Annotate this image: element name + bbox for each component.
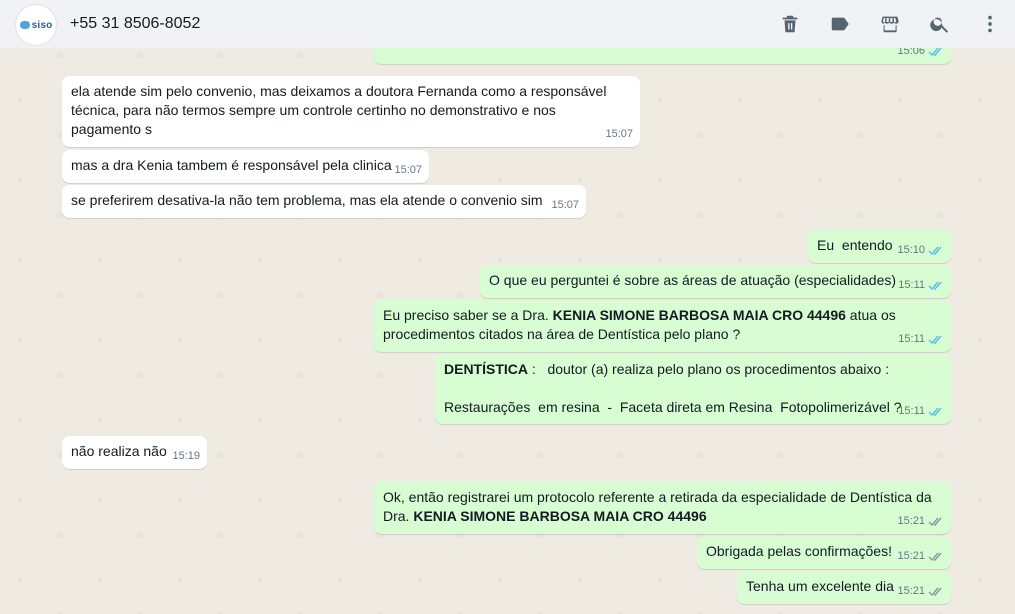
- message-text-line2: Restaurações em resina - Faceta direta e…: [444, 399, 902, 415]
- contact-name[interactable]: +55 31 8506-8052: [70, 15, 200, 33]
- message-meta: 15:07: [605, 125, 633, 144]
- message-time: 15:21: [897, 550, 925, 562]
- message-outgoing[interactable]: Eu entendo 15:10: [808, 230, 951, 263]
- message-meta: 15:21: [897, 582, 944, 601]
- message-text: se preferirem desativa-la não tem proble…: [71, 192, 543, 208]
- read-ticks-icon: [928, 280, 944, 291]
- message-text-part: : doutor (a) realiza pelo plano os proce…: [528, 361, 890, 377]
- message-time: 15:11: [898, 405, 925, 417]
- message-text: DENTÍSTICA : doutor (a) realiza pelo pla…: [444, 360, 942, 379]
- store-icon[interactable]: [878, 12, 902, 36]
- read-ticks-icon: [928, 245, 944, 256]
- message-outgoing[interactable]: Tenha um excelente dia 15:21: [737, 571, 951, 604]
- message-incoming[interactable]: ela atende sim pelo convenio, mas deixam…: [62, 76, 640, 147]
- message-time: 15:07: [551, 199, 579, 211]
- message-text-bold: DENTÍSTICA: [444, 361, 528, 377]
- delivered-ticks-icon: [928, 516, 944, 527]
- message-outgoing[interactable]: Ok, então registrarei um protocolo refer…: [374, 482, 951, 534]
- message-meta: 15:11: [898, 402, 944, 421]
- message-time: 15:07: [605, 128, 633, 140]
- message-meta: 15:07: [551, 196, 579, 215]
- message-text: ela atende sim pelo convenio, mas deixam…: [71, 83, 611, 137]
- read-ticks-icon: [928, 334, 944, 345]
- message-text: mas a dra Kenia tambem é responsável pel…: [71, 157, 392, 173]
- message-time: 15:21: [897, 515, 925, 527]
- logo-mark: [19, 21, 30, 29]
- message-meta: 15:11: [898, 330, 944, 349]
- avatar-logo-text: siso: [31, 19, 53, 31]
- delivered-ticks-icon: [928, 551, 944, 562]
- message-time: 15:11: [898, 333, 925, 345]
- message-meta: 15:10: [897, 241, 944, 260]
- message-incoming[interactable]: não realiza não 15:19: [62, 436, 207, 469]
- message-outgoing[interactable]: Eu preciso saber se a Dra. KENIA SIMONE …: [374, 300, 951, 352]
- trash-icon[interactable]: [778, 12, 802, 36]
- avatar[interactable]: siso: [15, 4, 57, 46]
- message-text: Eu preciso saber se a Dra. KENIA SIMONE …: [383, 306, 903, 344]
- message-outgoing[interactable]: O que eu perguntei é sobre as áreas de a…: [480, 265, 951, 298]
- message-outgoing[interactable]: Obrigada pelas confirmações! 15:21: [697, 536, 951, 569]
- message-time: 15:07: [394, 164, 422, 176]
- message-text: O que eu perguntei é sobre as áreas de a…: [489, 272, 897, 288]
- message-text-bold: KENIA SIMONE BARBOSA MAIA CRO 44496: [413, 508, 707, 524]
- label-icon[interactable]: [828, 12, 852, 36]
- message-time: 15:10: [897, 244, 925, 256]
- message-meta: 15:21: [897, 547, 944, 566]
- message-time: 15:11: [898, 279, 925, 291]
- message-meta: 15:19: [172, 447, 200, 466]
- read-ticks-icon: [928, 406, 944, 417]
- message-time: 15:21: [897, 585, 925, 597]
- message-meta: 15:11: [898, 276, 944, 295]
- menu-dots-icon[interactable]: [978, 12, 1002, 36]
- message-time: 15:19: [172, 450, 200, 462]
- message-text-bold: KENIA SIMONE BARBOSA MAIA CRO 44496: [552, 307, 846, 323]
- delivered-ticks-icon: [928, 586, 944, 597]
- message-incoming[interactable]: se preferirem desativa-la não tem proble…: [62, 185, 586, 218]
- message-text: Ok, então registrarei um protocolo refer…: [383, 488, 943, 526]
- chat-header: siso +55 31 8506-8052: [0, 0, 1015, 48]
- message-incoming[interactable]: mas a dra Kenia tambem é responsável pel…: [62, 150, 429, 183]
- search-icon[interactable]: [928, 12, 952, 36]
- message-text-part: Eu preciso saber se a Dra.: [383, 307, 553, 323]
- message-meta: 15:21: [897, 512, 944, 531]
- message-outgoing[interactable]: DENTÍSTICA : doutor (a) realiza pelo pla…: [435, 354, 951, 424]
- message-meta: 15:07: [394, 161, 422, 180]
